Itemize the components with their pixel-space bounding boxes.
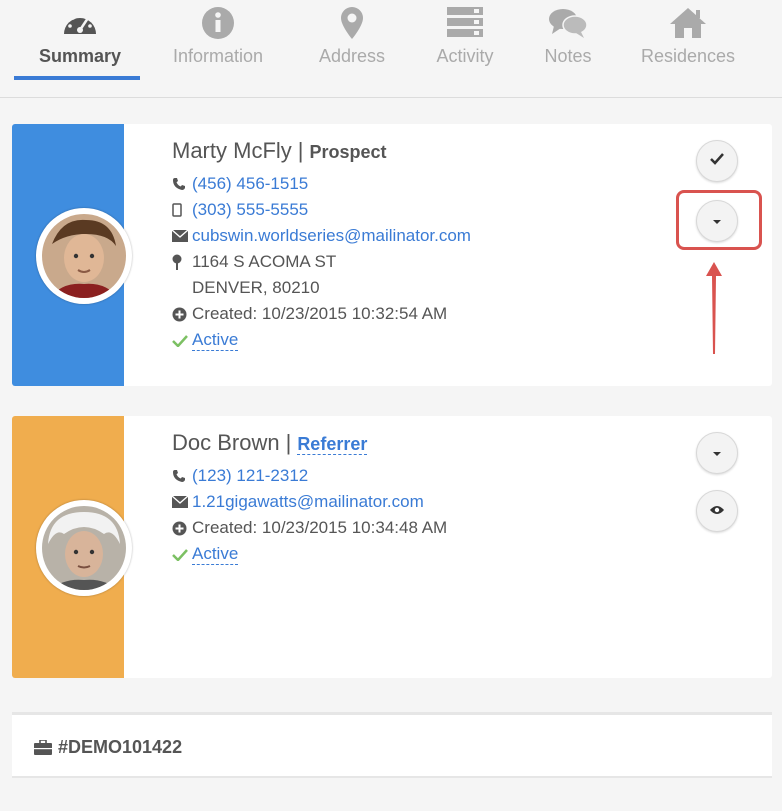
checkmark-icon (710, 152, 724, 170)
contact-card: Marty McFly | Prospect (456) 456-1515 (303… (12, 124, 772, 386)
mobile-row: (303) 555-5555 (172, 200, 308, 220)
annotation-arrow-icon (704, 260, 724, 361)
contact-role: Prospect (309, 142, 387, 162)
contact-name-line: Marty McFly | Prospect (172, 138, 387, 163)
created-date: Created: 10/23/2015 10:32:54 AM (192, 304, 448, 323)
dashboard-icon (20, 6, 140, 44)
phone-row: (456) 456-1515 (172, 174, 308, 194)
tab-label: Notes (544, 46, 592, 66)
contact-role-link[interactable]: Referrer (297, 434, 368, 455)
case-footer: #DEMO101422 (12, 712, 772, 778)
tab-address[interactable]: Address (292, 6, 412, 67)
tab-activity[interactable]: Activity (405, 6, 525, 67)
email-row: cubswin.worldseries@mailinator.com (172, 226, 471, 246)
tab-label: Address (318, 46, 386, 66)
contact-name: Doc Brown (172, 430, 280, 455)
briefcase-icon (34, 740, 52, 755)
tab-label: Information (172, 46, 264, 66)
status-link[interactable]: Active (192, 544, 239, 565)
home-icon (628, 6, 748, 44)
status-row: Active (172, 330, 239, 351)
created-row: Created: 10/23/2015 10:34:48 AM (172, 518, 447, 538)
case-id: #DEMO101422 (58, 737, 183, 757)
eye-icon (709, 502, 725, 520)
tab-label: Summary (38, 46, 122, 66)
view-button[interactable] (696, 490, 738, 532)
dropdown-toggle-button[interactable] (696, 432, 738, 474)
status-row: Active (172, 544, 239, 565)
map-pin-icon (292, 6, 412, 44)
tab-information[interactable]: Information (158, 6, 278, 67)
server-icon (405, 6, 525, 44)
plus-circle-icon (172, 307, 192, 322)
mobile-icon (172, 203, 192, 217)
case-id-row: #DEMO101422 (34, 737, 182, 758)
created-row: Created: 10/23/2015 10:32:54 AM (172, 304, 447, 324)
address-line-1: 1164 S ACOMA ST (192, 252, 337, 271)
info-icon (158, 6, 278, 44)
email-link[interactable]: cubswin.worldseries@mailinator.com (192, 226, 471, 246)
map-marker-icon (172, 254, 192, 270)
phone-row: (123) 121-2312 (172, 466, 308, 486)
contact-name: Marty McFly (172, 138, 292, 163)
phone-link[interactable]: (456) 456-1515 (192, 174, 308, 194)
email-link[interactable]: 1.21gigawatts@mailinator.com (192, 492, 424, 512)
address-row-2: DENVER, 80210 (172, 278, 320, 298)
tab-label: Activity (436, 46, 494, 66)
avatar (36, 500, 132, 596)
tab-notes[interactable]: Notes (508, 6, 628, 67)
select-contact-button[interactable] (696, 140, 738, 182)
active-tab-indicator (14, 76, 140, 80)
tab-label: Residences (640, 46, 736, 66)
phone-icon (172, 177, 192, 191)
tab-residences[interactable]: Residences (628, 6, 748, 67)
caret-down-icon (712, 444, 722, 462)
envelope-icon (172, 230, 192, 242)
created-date: Created: 10/23/2015 10:34:48 AM (192, 518, 448, 537)
highlight-box (676, 190, 762, 250)
avatar (36, 208, 132, 304)
envelope-icon (172, 496, 192, 508)
check-icon (172, 548, 192, 561)
tab-bar: Summary Information Address Activity Not… (0, 0, 782, 98)
contact-name-line: Doc Brown | Referrer (172, 430, 368, 455)
phone-icon (172, 469, 192, 483)
mobile-link[interactable]: (303) 555-5555 (192, 200, 308, 220)
tab-summary[interactable]: Summary (20, 6, 140, 67)
chat-icon (508, 6, 628, 44)
contact-card: Doc Brown | Referrer (123) 121-2312 1.21gi… (12, 416, 772, 678)
email-row: 1.21gigawatts@mailinator.com (172, 492, 424, 512)
status-link[interactable]: Active (192, 330, 239, 351)
address-row: 1164 S ACOMA ST (172, 252, 336, 272)
phone-link[interactable]: (123) 121-2312 (192, 466, 308, 486)
plus-circle-icon (172, 521, 192, 536)
address-line-2: DENVER, 80210 (192, 278, 320, 297)
check-icon (172, 334, 192, 347)
